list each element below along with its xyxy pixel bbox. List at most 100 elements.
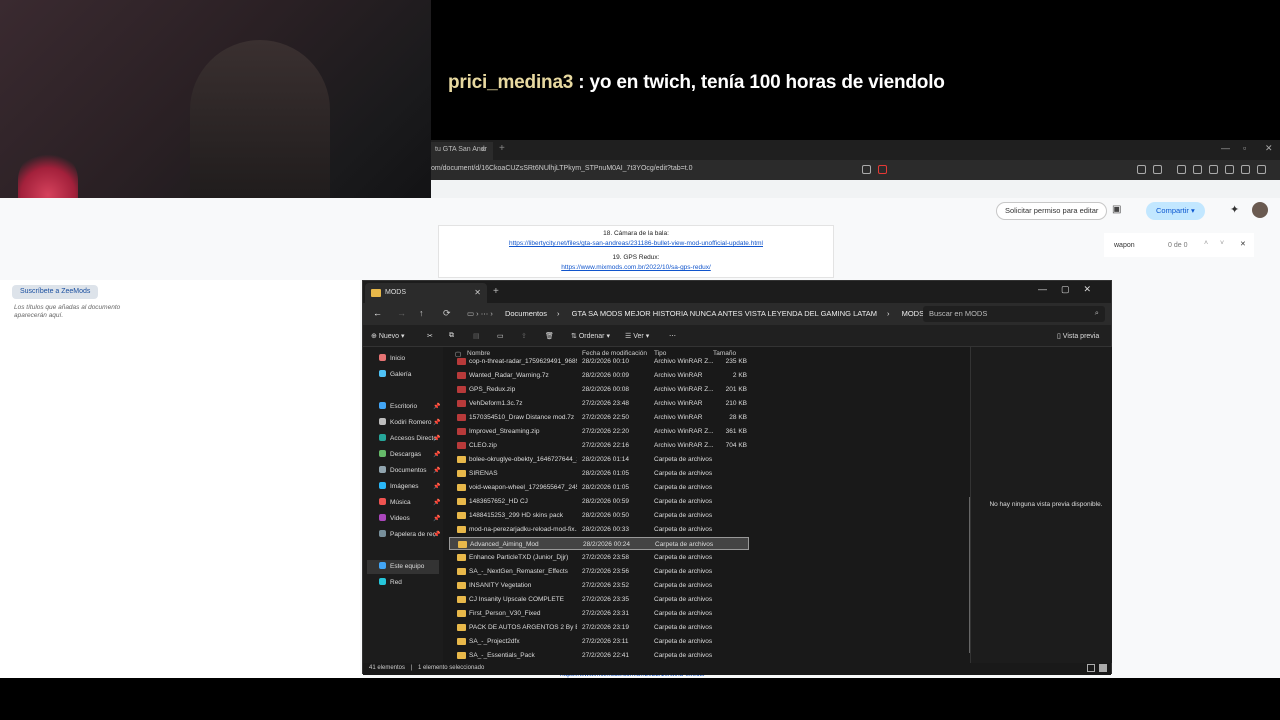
download-icon[interactable] <box>1177 165 1186 174</box>
nav-item[interactable]: Descargas <box>379 448 421 462</box>
window-controls[interactable]: —▢✕ <box>1038 284 1105 295</box>
file-row[interactable]: Improved_Streaming.zip 27/2/2026 22:20 Arc… <box>449 425 749 438</box>
bookmark-icon[interactable] <box>1193 165 1202 174</box>
pin-icon[interactable]: 📌 <box>433 531 440 538</box>
file-row[interactable]: cop-n-threat-radar_1759629491_96891... 28… <box>449 355 749 368</box>
preview-button[interactable]: ▯ Vista previa <box>1057 332 1099 340</box>
doc-link-18[interactable]: https://libertycity.net/files/gta-san-an… <box>439 239 833 249</box>
file-row[interactable]: SA_-_NextGen_Remaster_Effects 27/2/2026 2… <box>449 565 749 578</box>
file-row[interactable]: SA_-_Essentials_Pack 27/2/2026 22:41 Carpe… <box>449 649 749 662</box>
close-icon[interactable]: × <box>481 145 486 154</box>
find-next-icon[interactable]: ˅ <box>1220 240 1224 247</box>
file-row[interactable]: Advanced_Aiming_Mod 28/2/2026 00:24 Carpet… <box>449 537 749 550</box>
breadcrumb-item[interactable]: MODS <box>902 309 925 318</box>
pc-icon[interactable]: ▭ › ⋯ › <box>467 309 493 318</box>
file-row[interactable]: First_Person_V30_Fixed 27/2/2026 23:31 Car… <box>449 607 749 620</box>
pin-icon[interactable]: 📌 <box>433 499 440 506</box>
file-row[interactable]: PACK DE AUTOS ARGENTOS 2 By ELC... 27/2/2… <box>449 621 749 634</box>
nav-item[interactable]: Inicio <box>379 352 405 366</box>
nav-item[interactable]: Papelera de reci <box>379 528 437 542</box>
file-row[interactable]: VehDeform1.3c.7z 27/2/2026 23:48 Archivo W… <box>449 397 749 410</box>
pin-icon[interactable]: 📌 <box>433 435 440 442</box>
cut-icon[interactable]: ✂ <box>427 332 433 340</box>
file-row[interactable]: SA_-_Project2dfx 27/2/2026 23:11 Carpeta d… <box>449 635 749 648</box>
file-row[interactable]: GPS_Redux.zip 28/2/2026 00:08 Archivo WinR… <box>449 383 749 396</box>
forward-icon[interactable]: → <box>397 308 406 318</box>
subscribe-chip[interactable]: Suscríbete a ZeeMods <box>12 285 99 299</box>
pin-icon[interactable]: 📌 <box>433 467 440 474</box>
back-icon[interactable]: ← <box>373 308 382 318</box>
file-row[interactable]: SIRENAS 28/2/2026 01:05 Carpeta de archivo… <box>449 467 749 480</box>
find-close-icon[interactable]: ✕ <box>1240 240 1246 248</box>
sidebar-icon[interactable] <box>1209 165 1218 174</box>
pin-icon[interactable]: 📌 <box>433 403 440 410</box>
file-row[interactable]: 1488415253_299 HD skins pack 28/2/2026 00… <box>449 509 749 522</box>
nav-item[interactable]: Música <box>379 496 411 510</box>
file-row[interactable]: INSANITY Vegetation 27/2/2026 23:52 Carpet… <box>449 579 749 592</box>
more-icon[interactable]: ⋯ <box>669 332 676 340</box>
copy-icon[interactable]: ⧉ <box>449 332 454 340</box>
file-row[interactable]: Wanted_Radar_Warning.7z 28/2/2026 00:09 Ar… <box>449 369 749 382</box>
delete-icon[interactable]: 🗑 <box>545 332 554 340</box>
nav-item[interactable]: Kodiri Romero <box>379 416 432 430</box>
file-row[interactable]: 1483657652_HD CJ 28/2/2026 00:59 Carpeta d… <box>449 495 749 508</box>
new-tab-icon[interactable]: + <box>499 143 505 154</box>
nav-item[interactable]: Videos <box>379 512 410 526</box>
nav-item[interactable]: Red <box>379 576 402 590</box>
find-prev-icon[interactable]: ˄ <box>1204 240 1208 247</box>
profile-icon[interactable] <box>1241 165 1250 174</box>
extension-icon[interactable] <box>1137 165 1146 174</box>
avatar[interactable] <box>1252 202 1268 218</box>
close-window-icon[interactable]: ✕ <box>1265 143 1273 154</box>
new-tab-icon[interactable]: + <box>493 286 499 297</box>
nav-item[interactable]: Documentos <box>379 464 427 478</box>
nav-item[interactable]: Accesos Directo <box>379 432 437 446</box>
pin-icon[interactable]: 📌 <box>433 451 440 458</box>
doc-link-19[interactable]: https://www.mixmods.com.br/2022/10/sa-gp… <box>439 263 833 273</box>
close-icon[interactable]: ✕ <box>474 288 481 297</box>
file-size: 361 KB <box>725 428 747 435</box>
pin-icon[interactable]: 📌 <box>433 515 440 522</box>
nav-item[interactable]: Escritorio <box>379 400 417 414</box>
extension-icon[interactable] <box>1225 165 1234 174</box>
nav-item[interactable]: Este equipo <box>367 560 439 574</box>
search-input[interactable]: Buscar en MODS ⌕ <box>923 306 1105 322</box>
paste-icon[interactable]: ▤ <box>473 332 480 340</box>
file-row[interactable]: Enhance ParticleTXD (Junior_Djjr) 27/2/20… <box>449 551 749 564</box>
meet-icon[interactable]: ▣ <box>1112 204 1121 215</box>
view-button[interactable]: ☰ Ver ▾ <box>625 332 649 340</box>
details-view-icon[interactable] <box>1087 664 1095 672</box>
rename-icon[interactable]: ▭ <box>497 332 504 340</box>
request-edit-button[interactable]: Solicitar permiso para editar <box>996 202 1108 220</box>
gemini-icon[interactable]: ✦ <box>1230 203 1239 216</box>
file-row[interactable]: CJ Insanity Upscale COMPLETE 27/2/2026 23… <box>449 593 749 606</box>
file-row[interactable]: CLEO.zip 27/2/2026 22:16 Archivo WinRAR Z.… <box>449 439 749 452</box>
refresh-icon[interactable]: ⟳ <box>443 308 451 319</box>
extension-icon[interactable] <box>878 165 887 174</box>
minimize-icon[interactable]: — <box>1221 143 1230 153</box>
pin-icon[interactable]: 📌 <box>433 419 440 426</box>
breadcrumb-item[interactable]: Documentos <box>505 309 547 318</box>
share-button[interactable]: Compartir ▾ <box>1146 202 1205 220</box>
sort-button[interactable]: ⇅ Ordenar ▾ <box>571 332 610 340</box>
share-icon[interactable]: ⇪ <box>521 332 527 340</box>
file-row[interactable]: mod-na-perezarjadku-reload-mod-fix... 28/… <box>449 523 749 536</box>
share-page-icon[interactable] <box>862 165 871 174</box>
file-row[interactable]: 1570354510_Draw Distance mod.7z 27/2/2026… <box>449 411 749 424</box>
file-row[interactable]: void-weapon-wheel_1729655647_2452... 28/2… <box>449 481 749 494</box>
nav-item[interactable]: Imágenes <box>379 480 419 494</box>
up-icon[interactable]: ↑ <box>419 308 424 318</box>
nav-item[interactable]: Galería <box>379 368 411 382</box>
menu-icon[interactable] <box>1257 165 1266 174</box>
breadcrumb-item[interactable]: GTA SA MODS MEJOR HISTORIA NUNCA ANTES V… <box>572 309 877 318</box>
address-bar[interactable]: om/document/d/16CkoaCUZsSRt6NUlhjLTPkym_… <box>431 160 1280 180</box>
maximize-icon[interactable]: ▫ <box>1243 143 1246 153</box>
new-button[interactable]: ⊕ Nuevo ▾ <box>371 332 405 340</box>
tiles-view-icon[interactable] <box>1099 664 1107 672</box>
file-row[interactable]: bolee-okruglye-obekty_1646727644_2... 28/… <box>449 453 749 466</box>
breadcrumb[interactable]: ▭ › ⋯ › Documentos › GTA SA MODS MEJOR HI… <box>467 306 937 322</box>
explorer-tab[interactable]: MODS ✕ <box>365 283 487 303</box>
pin-icon[interactable]: 📌 <box>433 483 440 490</box>
find-input[interactable]: wapon <box>1114 242 1135 249</box>
extension-icon[interactable] <box>1153 165 1162 174</box>
